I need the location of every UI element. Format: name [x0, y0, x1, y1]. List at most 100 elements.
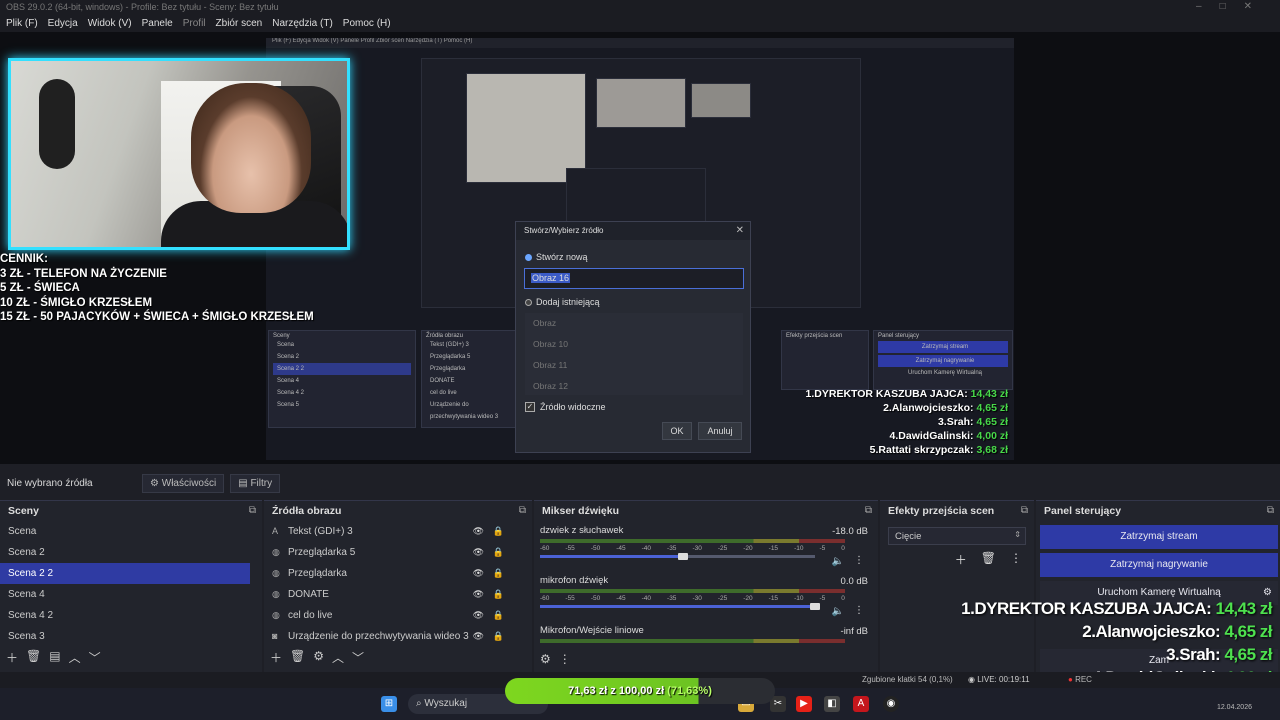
scene-item[interactable]: Scena 2: [0, 542, 250, 563]
webcam-feed: [8, 58, 350, 250]
source-item[interactable]: A Tekst (GDI+) 3 👁 🔒: [264, 521, 520, 542]
scene-item[interactable]: Scena 3: [0, 626, 250, 647]
lock-icon[interactable]: 🔒: [493, 521, 504, 542]
eye-icon[interactable]: 👁: [473, 626, 484, 647]
popout-icon[interactable]: ⧉: [249, 501, 256, 521]
rank-name: 3.Srah:: [1166, 645, 1221, 664]
eye-icon[interactable]: 👁: [473, 542, 484, 563]
source-item[interactable]: ◍ Przeglądarka 👁 🔒: [264, 563, 520, 584]
volume-slider[interactable]: [540, 603, 820, 610]
add-icon[interactable]: ＋: [955, 551, 967, 568]
kebab-menu-icon[interactable]: ⋮: [854, 555, 864, 566]
trash-icon[interactable]: 🗑: [981, 551, 996, 568]
scenes-toolbar: ＋ 🗑 ▤ ︿ ﹀: [6, 649, 101, 666]
window-controls[interactable]: –□✕: [1196, 1, 1270, 12]
nested-webcam-2: [596, 78, 686, 128]
filter-icon[interactable]: ▤: [49, 649, 60, 666]
gear-icon[interactable]: ⚙: [313, 649, 324, 666]
menu-file[interactable]: Plik (F): [6, 18, 38, 29]
kebab-menu-icon[interactable]: ⋮: [854, 605, 864, 616]
source-item[interactable]: ◙ Urządzenie do przechwytywania wideo 3 👁 🔒: [264, 626, 520, 647]
scene-item[interactable]: Scena: [0, 521, 250, 542]
filters-button[interactable]: ▤ Filtry: [230, 473, 281, 493]
source-item[interactable]: ◍ DONATE 👁 🔒: [264, 584, 520, 605]
chevron-up-icon[interactable]: ︿: [69, 649, 81, 666]
add-icon[interactable]: ＋: [6, 649, 18, 666]
create-new-radio[interactable]: Stwórz nową: [525, 252, 588, 262]
chevron-down-icon[interactable]: ﹀: [352, 649, 364, 666]
popout-icon[interactable]: ⧉: [1267, 501, 1274, 521]
trash-icon[interactable]: 🗑: [290, 649, 305, 666]
obs-icon[interactable]: ◉: [883, 696, 899, 712]
lock-icon[interactable]: 🔒: [493, 605, 504, 626]
kebab-menu-icon[interactable]: ⋮: [1010, 551, 1022, 568]
eye-icon[interactable]: 👁: [473, 563, 484, 584]
meter-scale: -60 -55 -50 -45 -40 -35 -30 -25 -20 -15 -10 -5 0: [540, 545, 845, 552]
existing-source-item[interactable]: Obraz 12: [525, 376, 743, 395]
app-icon[interactable]: ◧: [824, 696, 840, 712]
rank-name: 3.Srah:: [937, 416, 974, 428]
transition-select[interactable]: Cięcie ⇕: [888, 527, 1026, 545]
popout-icon[interactable]: ⧉: [865, 501, 872, 521]
price-list-item: 15 ZŁ - 50 PAJACYKÓW + ŚWIECA + ŚMIGŁO K…: [0, 311, 314, 323]
radio-off-icon[interactable]: [525, 298, 532, 306]
add-icon[interactable]: ＋: [270, 649, 282, 666]
eye-icon[interactable]: 👁: [473, 605, 484, 626]
source-name-input[interactable]: Obraz 16: [524, 268, 744, 289]
properties-button[interactable]: ⚙ Właściwości: [142, 473, 225, 493]
source-item[interactable]: ◍ cel do live 👁 🔒: [264, 605, 520, 626]
chevron-up-icon[interactable]: ︿: [332, 649, 344, 666]
menu-help[interactable]: Pomoc (H): [343, 18, 391, 29]
menu-scene-collection[interactable]: Zbiór scen: [216, 18, 263, 29]
source-item[interactable]: ◍ Przeglądarka 5 👁 🔒: [264, 542, 520, 563]
stop-stream-button[interactable]: Zatrzymaj stream: [1040, 525, 1278, 549]
lock-icon[interactable]: 🔒: [493, 584, 504, 605]
existing-sources-list[interactable]: Obraz Obraz 10 Obraz 11 Obraz 12: [525, 313, 743, 395]
ok-button[interactable]: OK: [662, 422, 692, 440]
menu-tools[interactable]: Narzędzia (T): [272, 18, 333, 29]
lock-icon[interactable]: 🔒: [493, 626, 504, 647]
speaker-icon[interactable]: 🔈: [832, 556, 844, 567]
speaker-icon[interactable]: 🔈: [832, 606, 844, 617]
windows-start-icon[interactable]: ⊞: [381, 696, 397, 712]
rank-name: 2.Alanwojcieszko:: [883, 402, 974, 414]
slider-knob[interactable]: [678, 553, 688, 560]
kebab-menu-icon[interactable]: ⋮: [559, 652, 571, 666]
youtube-icon[interactable]: ▶: [796, 696, 812, 712]
window-title: OBS 29.0.2 (64-bit, windows) - Profile: …: [6, 2, 279, 12]
menu-docks[interactable]: Panele: [142, 18, 173, 29]
chevron-down-icon[interactable]: ﹀: [89, 649, 101, 666]
existing-source-item[interactable]: Obraz 10: [525, 334, 743, 355]
menu-profile[interactable]: Profil: [183, 18, 206, 29]
menu-view[interactable]: Widok (V): [88, 18, 132, 29]
cancel-button[interactable]: Anuluj: [698, 422, 742, 440]
scene-item[interactable]: Scena 4: [0, 584, 250, 605]
slider-knob[interactable]: [810, 603, 820, 610]
visible-checkbox-row[interactable]: ✓ Źródło widoczne: [525, 402, 606, 412]
checkbox-checked-icon[interactable]: ✓: [525, 402, 535, 412]
pdf-icon[interactable]: A: [853, 696, 869, 712]
menu-edit[interactable]: Edycja: [48, 18, 78, 29]
trash-icon[interactable]: 🗑: [26, 649, 41, 666]
price-list-title: CENNIK:: [0, 253, 48, 265]
rank-amount: 14,43 zł: [1215, 599, 1273, 618]
existing-source-item[interactable]: Obraz: [525, 313, 743, 334]
lock-icon[interactable]: 🔒: [493, 563, 504, 584]
close-icon[interactable]: ✕: [736, 225, 744, 236]
existing-source-item[interactable]: Obraz 11: [525, 355, 743, 376]
volume-meter: [540, 639, 845, 643]
rank-row: 2.Alanwojcieszko: 4,65 zł: [806, 401, 1008, 415]
volume-slider[interactable]: [540, 553, 815, 560]
gear-icon[interactable]: ⚙: [540, 652, 551, 666]
eye-icon[interactable]: 👁: [473, 584, 484, 605]
scene-item[interactable]: Scena 4 2: [0, 605, 250, 626]
stop-recording-button[interactable]: Zatrzymaj nagrywanie: [1040, 553, 1278, 577]
scene-item[interactable]: Scena 2 2: [0, 563, 250, 584]
lock-icon[interactable]: 🔒: [493, 542, 504, 563]
dropped-frames: Zgubione klatki 54 (0,1%): [862, 675, 953, 684]
add-existing-radio[interactable]: Dodaj istniejącą: [525, 297, 600, 307]
eye-icon[interactable]: 👁: [473, 521, 484, 542]
popout-icon[interactable]: ⧉: [519, 501, 526, 521]
radio-on-icon[interactable]: [525, 253, 532, 261]
popout-icon[interactable]: ⧉: [1021, 501, 1028, 521]
